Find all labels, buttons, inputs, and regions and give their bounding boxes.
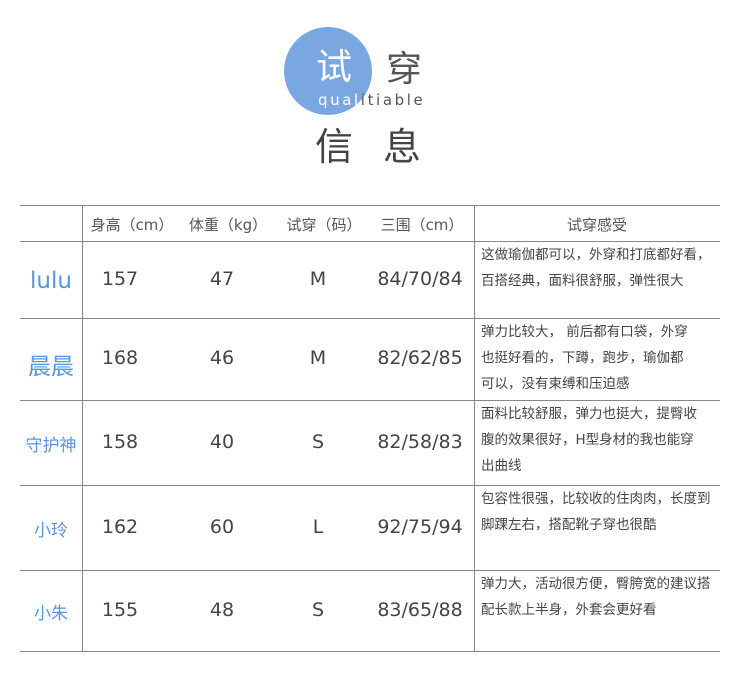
note-line: 弹力比较大， 前后都有口袋，外穿 — [481, 324, 688, 340]
row-size: L — [312, 515, 324, 538]
row-measurements: 83/65/88 — [377, 598, 463, 621]
row-notes: 这做瑜伽都可以，外穿和打底都好看， 百搭经典，面料很舒服，弹性很大 — [481, 242, 741, 294]
row-name: 晨晨 — [28, 354, 74, 380]
row-weight: 47 — [209, 267, 235, 290]
title-subtitle: qualitiable — [318, 92, 425, 108]
row-notes: 弹力比较大， 前后都有口袋，外穿 也挺好看的，下蹲，跑步，瑜伽都 可以，没有束缚和压… — [481, 319, 741, 397]
row-size: M — [309, 347, 327, 369]
note-line: 脚踝左右，搭配靴子穿也很酷 — [481, 517, 657, 533]
row-size: S — [311, 598, 325, 621]
row-height: 158 — [101, 430, 139, 453]
row-height: 162 — [101, 515, 139, 538]
note-line: 弹力大，活动很方便，臀胯宽的建议搭 — [481, 576, 711, 592]
note-line: 也挺好看的，下蹲，跑步，瑜伽都 — [481, 350, 684, 366]
row-measurements: 82/62/85 — [377, 347, 463, 369]
note-line: 腹的效果很好，H型身材的我也能穿 — [481, 432, 694, 448]
note-line: 这做瑜伽都可以，外穿和打底都好看， — [481, 247, 711, 263]
row-size: M — [309, 267, 327, 290]
header-size: 试穿（码） — [286, 216, 362, 234]
note-line: 面料比较舒服，弹力也挺大，提臀收 — [481, 406, 697, 422]
row-notes: 弹力大，活动很方便，臀胯宽的建议搭 配长款上半身，外套会更好看 — [481, 571, 741, 623]
header-height: 身高（cm） — [90, 216, 174, 234]
row-measurements: 84/70/84 — [377, 267, 463, 290]
row-height: 168 — [101, 347, 139, 369]
row-name: lulu — [30, 267, 72, 294]
row-size: S — [311, 430, 325, 453]
title-char-1: 试 — [316, 47, 353, 88]
row-weight: 48 — [209, 598, 235, 621]
row-notes: 面料比较舒服，弹力也挺大，提臀收 腹的效果很好，H型身材的我也能穿 出曲线 — [481, 401, 741, 479]
row-name: 守护神 — [25, 435, 77, 456]
header-measurements: 三围（cm） — [380, 216, 464, 234]
divider — [82, 205, 83, 651]
page: { "title": {"circle_char": "试", "second_… — [0, 0, 750, 680]
row-notes: 包容性很强，比较收的住肉肉，长度到 脚踝左右，搭配靴子穿也很酷 — [481, 486, 741, 538]
title-line-2: 信息 — [315, 125, 452, 169]
title-char-2: 穿 — [386, 49, 423, 90]
row-height: 157 — [101, 267, 139, 290]
row-measurements: 82/58/83 — [377, 430, 463, 453]
divider — [20, 651, 720, 652]
subtitle-part-1: qual — [318, 91, 361, 109]
row-height: 155 — [101, 598, 139, 621]
note-line: 可以，没有束缚和压迫感 — [481, 376, 630, 392]
row-weight: 60 — [209, 515, 235, 538]
subtitle-part-2: itiable — [360, 91, 426, 109]
note-line: 百搭经典，面料很舒服，弹性很大 — [481, 273, 684, 289]
row-weight: 46 — [209, 347, 235, 369]
row-name: 小玲 — [34, 520, 68, 541]
header-notes: 试穿感受 — [566, 216, 627, 234]
row-weight: 40 — [209, 430, 235, 453]
note-line: 包容性很强，比较收的住肉肉，长度到 — [481, 491, 711, 507]
note-line: 出曲线 — [481, 458, 522, 474]
row-measurements: 92/75/94 — [377, 515, 463, 538]
row-name: 小朱 — [34, 603, 68, 624]
note-line: 配长款上半身，外套会更好看 — [481, 602, 657, 618]
divider — [474, 205, 475, 651]
divider — [20, 205, 720, 206]
header-weight: 体重（kg） — [188, 216, 268, 234]
